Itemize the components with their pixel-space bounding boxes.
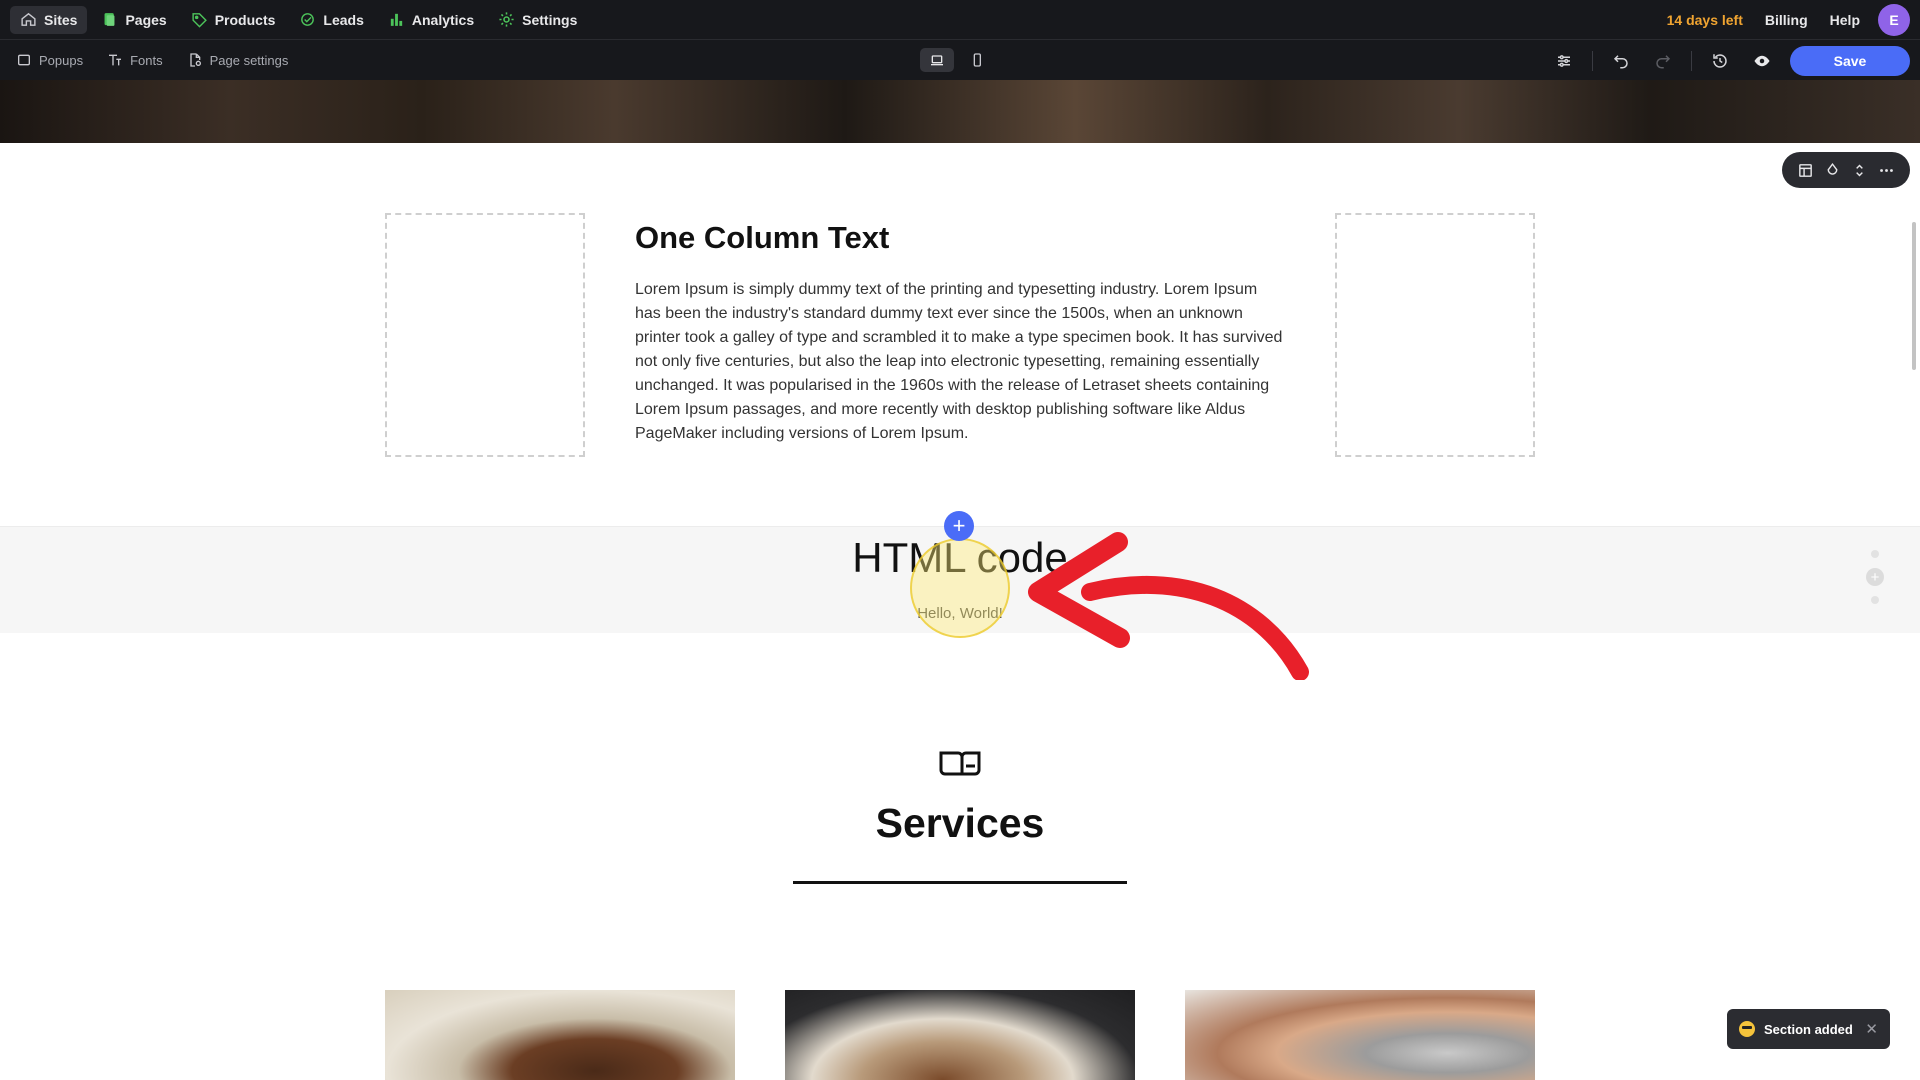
nav-item-analytics[interactable]: Analytics — [378, 6, 484, 34]
save-button[interactable]: Save — [1790, 46, 1910, 76]
style-settings-button[interactable] — [1550, 47, 1578, 75]
nav-item-products[interactable]: Products — [181, 6, 286, 34]
billing-link[interactable]: Billing — [1765, 12, 1808, 28]
page-gear-icon — [189, 53, 201, 67]
home-icon — [21, 12, 36, 26]
nav-label: Leads — [323, 11, 364, 28]
preview-button[interactable] — [1748, 47, 1776, 75]
popup-icon — [18, 54, 30, 66]
empty-column-left[interactable] — [385, 213, 585, 457]
toolbar-divider — [1592, 51, 1593, 71]
fonts-label: Fonts — [130, 52, 163, 68]
color-drop-icon[interactable] — [1824, 162, 1841, 179]
services-tray-icon — [939, 751, 981, 776]
services-divider — [793, 881, 1127, 884]
handle-dot — [1871, 550, 1879, 558]
editor-toolbar: Popups Fonts Page settings Save — [0, 40, 1920, 80]
service-image-3[interactable] — [1185, 990, 1535, 1080]
target-icon — [301, 13, 315, 26]
redo-button[interactable] — [1649, 47, 1677, 75]
toast-notification: Section added ✕ — [1727, 1009, 1890, 1049]
nav-right: 14 days left Billing Help E — [1667, 3, 1910, 36]
toolbar-divider — [1691, 51, 1692, 71]
nav-label: Sites — [44, 11, 78, 28]
toast-message: Section added — [1764, 1021, 1853, 1037]
trial-days-left[interactable]: 14 days left — [1667, 12, 1743, 28]
mobile-view-button[interactable] — [960, 48, 994, 72]
laptop-icon — [931, 55, 943, 66]
section-toolbar — [1782, 152, 1910, 188]
handle-dot — [1871, 596, 1879, 604]
nav-item-sites[interactable]: Sites — [10, 5, 88, 34]
close-icon[interactable]: ✕ — [1865, 1020, 1878, 1038]
one-column-body[interactable]: Lorem Ipsum is simply dummy text of the … — [635, 278, 1285, 446]
click-highlight — [910, 538, 1010, 638]
tag-icon — [192, 13, 207, 28]
services-title[interactable]: Services — [0, 800, 1920, 847]
nav-label: Settings — [522, 11, 578, 28]
top-nav: Sites Pages Products Leads Analytics Set… — [0, 0, 1920, 40]
scrollbar[interactable] — [1912, 222, 1916, 370]
layout-icon[interactable] — [1797, 162, 1814, 179]
gear-icon — [499, 12, 514, 27]
side-add-icon[interactable]: + — [1866, 568, 1884, 586]
add-section-button[interactable]: + — [944, 511, 974, 541]
one-column-title[interactable]: One Column Text — [635, 220, 889, 256]
undo-button[interactable] — [1607, 47, 1635, 75]
history-icon — [1713, 54, 1727, 68]
sunglasses-emoji-icon — [1739, 1021, 1755, 1037]
phone-icon — [973, 53, 981, 67]
page-settings-button[interactable]: Page settings — [187, 52, 289, 68]
avatar[interactable]: E — [1878, 3, 1910, 36]
empty-column-right[interactable] — [1335, 213, 1535, 457]
popups-button[interactable]: Popups — [16, 52, 83, 68]
nav-item-leads[interactable]: Leads — [289, 6, 373, 34]
hero-image-strip — [0, 80, 1920, 143]
nav-label: Pages — [125, 11, 167, 28]
pages-icon — [105, 13, 115, 26]
undo-icon — [1613, 55, 1628, 69]
sliders-icon — [1558, 55, 1570, 67]
redo-icon — [1656, 55, 1671, 69]
more-icon[interactable] — [1878, 162, 1895, 179]
text-icon — [109, 54, 122, 66]
service-image-2[interactable] — [785, 990, 1135, 1080]
eye-icon — [1754, 55, 1770, 67]
toolbar-right: Save — [1550, 46, 1910, 76]
page-settings-label: Page settings — [209, 52, 289, 68]
service-image-1[interactable] — [385, 990, 735, 1080]
section-side-handles: + — [1866, 550, 1884, 604]
fonts-button[interactable]: Fonts — [107, 52, 163, 68]
help-link[interactable]: Help — [1830, 12, 1860, 28]
nav-label: Products — [214, 11, 276, 28]
nav-item-settings[interactable]: Settings — [488, 6, 587, 34]
move-vertical-icon[interactable] — [1851, 162, 1868, 179]
popups-label: Popups — [39, 52, 84, 68]
desktop-view-button[interactable] — [920, 48, 954, 72]
nav-item-pages[interactable]: Pages — [91, 6, 176, 34]
device-switcher — [920, 48, 994, 72]
bar-chart-icon — [390, 13, 403, 26]
nav-label: Analytics — [411, 11, 475, 28]
history-button[interactable] — [1706, 47, 1734, 75]
